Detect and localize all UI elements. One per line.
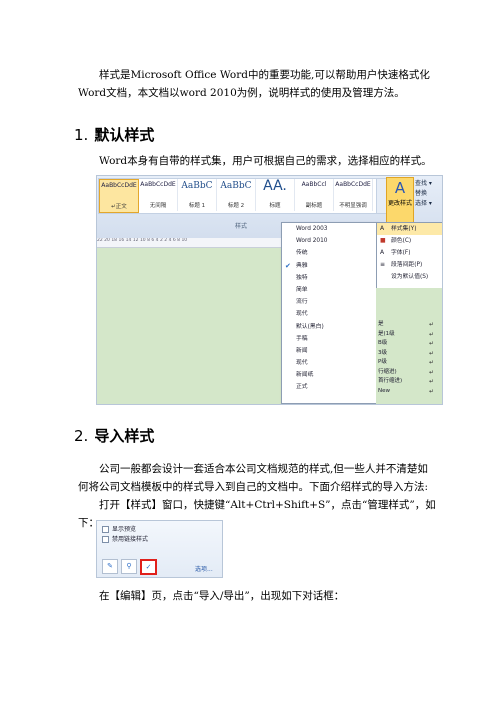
style-list-item[interactable]: 首行缩进) ↵ [376, 377, 442, 387]
manage-styles-screenshot: 显示预览 禁用链接样式 ✎ ⚲ ✓ 选项... [96, 520, 223, 578]
change-styles-icon: A [394, 179, 406, 197]
style-list-item[interactable]: New ↵ [376, 387, 442, 397]
styles-group-label: 样式 [235, 223, 248, 230]
colors-item[interactable]: ■ 颜色(C) [377, 235, 442, 247]
change-styles-label: 更改样式 [387, 200, 412, 207]
paragraph-mark-icon: ↵ [428, 359, 434, 366]
section1-body: Word本身有自带的样式集，用户可根据自己的需求，选择相应的样式。 [99, 155, 432, 167]
menu-item[interactable]: 正式 [282, 381, 377, 393]
section1-heading: 1. 默认样式 [74, 124, 154, 145]
disable-linked-row[interactable]: 禁用链接样式 [102, 535, 148, 544]
menu-item-checked[interactable]: ✔ 典雅 [282, 260, 377, 272]
disable-linked-checkbox[interactable] [102, 536, 109, 543]
editing-group: 查找 ▾ 替换 选择 ▾ [415, 179, 432, 209]
paragraph-mark-icon: ↵ [428, 321, 434, 328]
style-no-spacing[interactable]: AaBbCcDdE 无间隔 [139, 179, 178, 211]
fonts-item[interactable]: A 字体(F) [377, 247, 442, 259]
find-button[interactable]: 查找 ▾ [415, 179, 432, 189]
paragraph-mark-icon: ↵ [428, 368, 434, 376]
new-style-button[interactable]: ✎ [102, 559, 118, 574]
style-heading-2[interactable]: AaBbC 标题 2 [217, 179, 256, 211]
paragraph-mark-icon: ↵ [428, 387, 434, 395]
menu-item[interactable]: 现代 [282, 308, 377, 320]
menu-item[interactable]: Word 2003 [282, 223, 377, 235]
document-area [97, 248, 282, 404]
colors-icon: ■ [380, 237, 386, 244]
paragraph-mark-icon: ↵ [428, 340, 434, 347]
spacing-icon: ≡ [380, 261, 386, 268]
set-default-item[interactable]: 设为默认值(S) [377, 271, 442, 283]
menu-item[interactable]: 流行 [282, 296, 377, 308]
manage-styles-button[interactable]: ✓ [140, 559, 157, 575]
style-list-item[interactable]: 行缩进) ↵ [376, 368, 442, 378]
menu-item[interactable]: Word 2010 [282, 235, 377, 247]
style-list-item[interactable]: P级 ↵ [376, 358, 442, 368]
styles-pane: 是 ↵ 是(1级 ↵ B级 ↵ 3级 ↵ P级 ↵ 行缩进) ↵ 首行缩进) ↵ New ↵ [376, 288, 442, 404]
new-style-icon: ✎ [107, 562, 113, 570]
section1-title: 默认样式 [94, 126, 155, 144]
style-set-item[interactable]: A 样式集(Y) [377, 223, 442, 235]
section2-body-1: 公司一般都会设计一套适合本公司文档规范的样式,但一些人并不清楚如何将公司文档模板… [78, 463, 429, 493]
intro-paragraph: 样式是Microsoft Office Word中的重要功能,可以帮助用户快速格… [78, 69, 430, 99]
paragraph-spacing-item[interactable]: ≡ 段落间距(P) [377, 259, 442, 271]
style-list-item[interactable]: 是(1级 ↵ [376, 330, 442, 340]
style-list-item[interactable]: B级 ↵ [376, 339, 442, 349]
options-link[interactable]: 选项... [195, 564, 213, 573]
ruler: 22 20 18 16 14 12 10 8 6 4 2 2 4 6 8 10 [97, 238, 282, 248]
show-preview-row[interactable]: 显示预览 [102, 525, 136, 534]
paragraph-mark-icon: ↵ [428, 330, 434, 338]
select-button[interactable]: 选择 ▾ [415, 199, 432, 209]
section1-number: 1. [74, 126, 89, 144]
menu-item[interactable]: 独特 [282, 272, 377, 284]
style-title[interactable]: AA. 标题 [256, 178, 295, 211]
style-subtle-emphasis[interactable]: AaBbCcDdE 不明显强调 [334, 179, 373, 211]
change-styles-menu: A 样式集(Y) ■ 颜色(C) A 字体(F) ≡ 段落间距(P) 设为默认值(S) [376, 222, 442, 289]
section2-body-3: 在【编辑】页，点击“导入/导出”，出现如下对话框： [99, 590, 345, 602]
menu-item[interactable]: 简单 [282, 284, 377, 296]
menu-item[interactable]: 默认(黑白) [282, 321, 377, 333]
menu-item[interactable]: 新闻纸 [282, 369, 377, 381]
section2-number: 2. [74, 427, 89, 445]
style-set-icon: A [380, 225, 385, 232]
menu-item[interactable]: 新闻 [282, 345, 377, 357]
menu-item[interactable]: 手稿 [282, 333, 377, 345]
menu-item[interactable]: 传统 [282, 247, 377, 259]
style-set-menu: Word 2003 Word 2010 传统 ✔ 典雅 独特 简单 流行 现代 默… [281, 222, 378, 404]
check-icon: ✔ [285, 261, 291, 270]
section2-title: 导入样式 [94, 427, 155, 445]
style-subtitle[interactable]: AaBbCcl 副标题 [295, 179, 334, 211]
fonts-icon: A [380, 249, 385, 256]
replace-button[interactable]: 替换 [415, 189, 432, 199]
section2-heading: 2. 导入样式 [74, 425, 154, 446]
show-preview-checkbox[interactable] [102, 526, 109, 533]
style-list-item[interactable]: 3级 ↵ [376, 349, 442, 359]
menu-item[interactable]: 现代 [282, 357, 377, 369]
change-styles-button[interactable]: A 更改样式 [386, 177, 414, 225]
inspector-icon: ⚲ [126, 562, 132, 570]
styles-ribbon-screenshot: AaBbCcDdE ↵正文 AaBbCcDdE 无间隔 AaBbC 标题 1 AaBb… [96, 175, 443, 405]
styles-gallery: AaBbCcDdE ↵正文 AaBbCcDdE 无间隔 AaBbC 标题 1 AaBb… [98, 178, 378, 214]
paragraph-mark-icon: ↵ [428, 349, 434, 357]
paragraph-mark-icon: ↵ [428, 378, 434, 385]
style-inspector-button[interactable]: ⚲ [121, 559, 137, 574]
style-heading-1[interactable]: AaBbC 标题 1 [178, 179, 217, 211]
style-normal[interactable]: AaBbCcDdE ↵正文 [99, 179, 139, 213]
style-list-item[interactable]: 是 ↵ [376, 320, 442, 330]
manage-styles-icon: ✓ [145, 563, 152, 571]
